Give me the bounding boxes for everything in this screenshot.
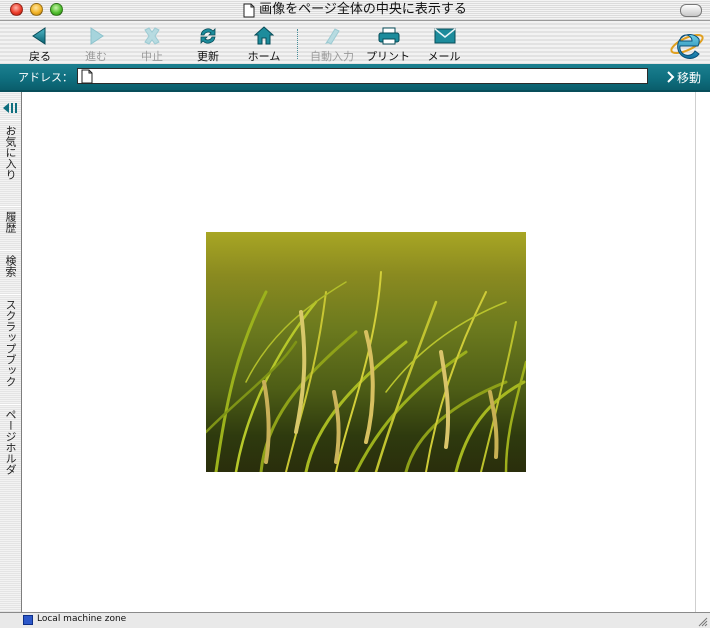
- rice-field-image: [206, 232, 526, 472]
- resize-grip-icon[interactable]: [697, 616, 708, 627]
- autofill-label: 自動入力: [310, 50, 354, 63]
- go-label: 移動: [677, 71, 702, 85]
- sidebar-tab-label: お気に入り: [4, 125, 17, 180]
- print-button[interactable]: プリント: [360, 24, 416, 63]
- security-zone-text: Local machine zone: [37, 614, 127, 624]
- window-title-wrap: 画像をページ全体の中央に表示する: [0, 1, 710, 19]
- forward-button[interactable]: 進む: [68, 24, 124, 63]
- toolbar: 戻る 進む 中止 更新 ホーム 自動入力 プリント メール: [0, 21, 710, 64]
- go-arrow-icon: [667, 71, 675, 83]
- address-input[interactable]: [98, 69, 643, 83]
- back-label: 戻る: [29, 50, 51, 63]
- back-arrow-icon: [32, 27, 46, 45]
- page-content: [22, 92, 695, 612]
- page-document-icon: [81, 69, 93, 84]
- forward-label: 進む: [85, 50, 107, 63]
- home-button[interactable]: ホーム: [236, 24, 292, 63]
- sidebar-tab-label: ページホルダ: [4, 409, 17, 475]
- refresh-button[interactable]: 更新: [180, 24, 236, 63]
- home-icon: [254, 26, 274, 45]
- address-field-frame[interactable]: [77, 68, 648, 84]
- window-title: 画像をページ全体の中央に表示する: [259, 2, 467, 17]
- stop-label: 中止: [141, 50, 163, 63]
- explorer-toggle-icon[interactable]: [1, 100, 20, 116]
- back-button[interactable]: 戻る: [12, 24, 68, 63]
- status-bar: Local machine zone: [0, 612, 710, 628]
- refresh-icon: [200, 28, 216, 44]
- sidebar-tab-favorites[interactable]: お気に入り: [0, 120, 21, 207]
- stop-x-icon: [144, 27, 160, 45]
- autofill-button[interactable]: 自動入力: [304, 24, 360, 63]
- toolbar-separator: [297, 29, 298, 59]
- sidebar-tab-scrapbook[interactable]: スクラップブック: [0, 294, 21, 405]
- forward-arrow-icon: [90, 27, 104, 45]
- address-label: アドレス：: [18, 71, 73, 84]
- sidebar-tab-history[interactable]: 履歴: [0, 206, 21, 251]
- explorer-bar: お気に入り 履歴 検索 スクラップブック ページホルダ: [0, 92, 22, 614]
- go-button[interactable]: 移動: [664, 67, 710, 85]
- mail-button[interactable]: メール: [416, 24, 472, 63]
- sidebar-tab-label: 履歴: [4, 211, 17, 233]
- sidebar-tab-search[interactable]: 検索: [0, 250, 21, 295]
- document-icon: [243, 3, 255, 17]
- vertical-scrollbar[interactable]: [695, 92, 710, 612]
- title-bar[interactable]: 画像をページ全体の中央に表示する: [0, 0, 710, 21]
- internet-explorer-logo-icon: [670, 33, 704, 59]
- security-zone-icon: [23, 615, 33, 625]
- mail-icon: [434, 28, 456, 44]
- printer-icon: [378, 27, 400, 45]
- mail-label: メール: [427, 50, 461, 63]
- toolbar-toggle-button[interactable]: [680, 4, 702, 17]
- rice-field-graphic: [206, 271, 526, 472]
- refresh-label: 更新: [197, 50, 219, 63]
- sidebar-tab-page-holder[interactable]: ページホルダ: [0, 404, 21, 495]
- address-bar: アドレス： 移動: [0, 64, 710, 92]
- window-title-inner: 画像をページ全体の中央に表示する: [243, 1, 467, 19]
- sidebar-tab-label: 検索: [4, 255, 17, 277]
- browser-window: 画像をページ全体の中央に表示する 戻る 進む 中止 更新 ホーム 自動入力 プリ…: [0, 0, 710, 628]
- autofill-icon: [325, 28, 340, 45]
- stop-button[interactable]: 中止: [124, 24, 180, 63]
- home-label: ホーム: [247, 50, 281, 63]
- print-label: プリント: [366, 50, 410, 63]
- sidebar-tab-label: スクラップブック: [4, 299, 17, 387]
